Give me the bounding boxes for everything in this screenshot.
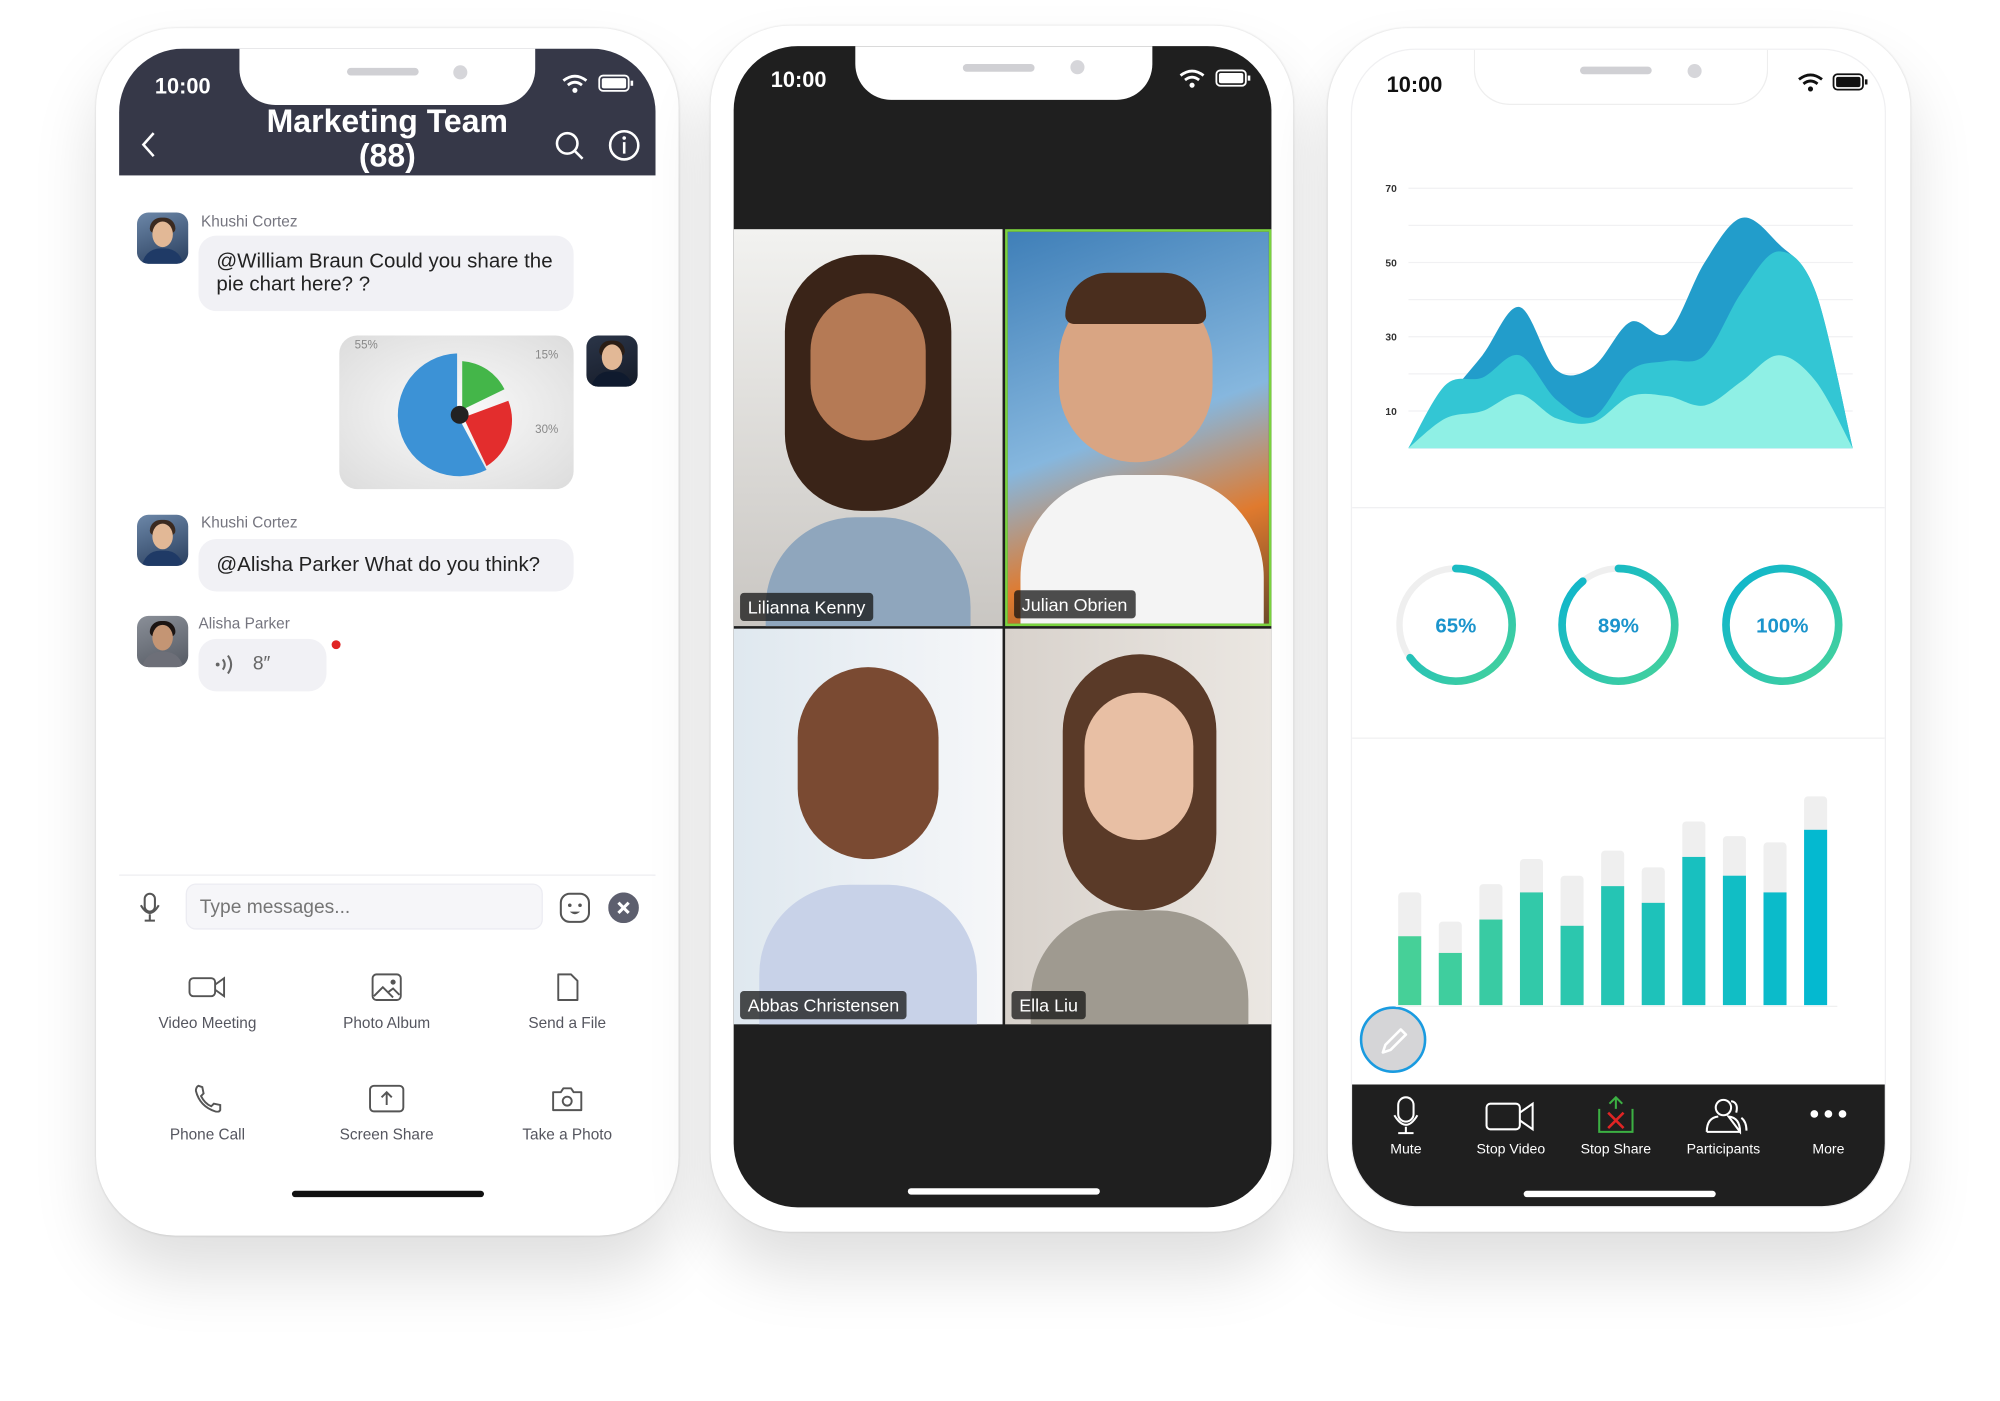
voice-duration: 8″	[252, 653, 271, 676]
bar	[1519, 892, 1544, 1006]
divider	[1352, 507, 1885, 509]
video-tile-active-speaker[interactable]: Julian Obrien	[1005, 229, 1272, 627]
y-tick-label: 30	[1385, 333, 1397, 344]
microphone-icon[interactable]	[139, 892, 160, 923]
gauge-label: 65%	[1435, 615, 1476, 638]
wifi-icon	[1179, 69, 1205, 88]
home-indicator[interactable]	[907, 1188, 1100, 1195]
bar	[1682, 856, 1706, 1006]
battery-icon	[1832, 73, 1868, 91]
divider	[119, 874, 656, 876]
notch	[1473, 49, 1769, 105]
video-tile[interactable]: Abbas Christensen	[733, 628, 1003, 1025]
participants-icon	[1705, 1098, 1748, 1135]
more-dots-icon	[1810, 1110, 1847, 1118]
status-time: 10:00	[770, 67, 827, 93]
y-tick-label: 70	[1385, 184, 1397, 195]
bar	[1804, 829, 1828, 1006]
sender-name: Khushi Cortez	[201, 513, 298, 532]
y-tick-label: 10	[1385, 407, 1397, 418]
bar	[1763, 892, 1787, 1006]
divider	[1352, 737, 1885, 739]
participant-name: Ella Liu	[1011, 991, 1086, 1020]
toolbar-participants[interactable]: Participants	[1670, 1096, 1778, 1157]
search-icon[interactable]	[554, 131, 585, 162]
bar	[1601, 886, 1625, 1006]
avatar-khushi[interactable]	[137, 212, 189, 264]
avatar-khushi[interactable]	[137, 514, 189, 566]
video-camera-icon	[1485, 1101, 1534, 1132]
bar	[1641, 902, 1665, 1006]
video-screen: 10:00 Lilianna Kenny Julian Obrien Abbas…	[733, 46, 1272, 1208]
status-time: 10:00	[1386, 72, 1443, 98]
message-bubble[interactable]: @William Braun Could you share the pie c…	[198, 235, 574, 312]
phone-icon	[194, 1084, 222, 1113]
bar	[1560, 925, 1584, 1006]
bar	[1479, 919, 1503, 1006]
area-chart: 10 30 50 70	[1385, 184, 1853, 449]
chat-screen: Marketing Team (88) 10:00 Khushi Cortez …	[119, 48, 656, 1210]
action-send-file[interactable]: Send a File	[490, 973, 644, 1032]
gauge-label: 89%	[1598, 615, 1639, 638]
bar	[1398, 936, 1422, 1006]
avatar-alisha[interactable]	[137, 615, 189, 668]
action-take-photo[interactable]: Take a Photo	[490, 1084, 644, 1143]
unread-dot	[331, 640, 341, 650]
pencil-icon	[1381, 1028, 1408, 1054]
annotate-pencil-button[interactable]	[1359, 1006, 1427, 1073]
screen-share-icon	[369, 1084, 405, 1113]
video-tile[interactable]: Lilianna Kenny	[733, 229, 1003, 627]
emoji-icon[interactable]	[559, 892, 591, 923]
message-bubble[interactable]: @Alisha Parker What do you think?	[198, 539, 574, 592]
toolbar-more[interactable]: More	[1775, 1096, 1883, 1157]
participant-name: Lilianna Kenny	[740, 592, 874, 621]
sender-name: Khushi Cortez	[201, 212, 298, 231]
toolbar-mute[interactable]: Mute	[1352, 1096, 1460, 1157]
participant-name: Julian Obrien	[1014, 590, 1136, 619]
home-indicator[interactable]	[1523, 1190, 1716, 1198]
bar-chart	[1395, 796, 1838, 1008]
status-time: 10:00	[154, 74, 211, 99]
toolbar-stop-video[interactable]: Stop Video	[1457, 1096, 1565, 1157]
info-icon[interactable]	[608, 129, 640, 161]
battery-icon	[598, 74, 634, 92]
image-icon	[371, 973, 402, 1001]
action-phone-call[interactable]: Phone Call	[131, 1084, 285, 1143]
video-camera-icon	[188, 976, 226, 999]
close-icon[interactable]	[608, 892, 639, 924]
home-indicator[interactable]	[291, 1190, 484, 1198]
wifi-icon	[1798, 73, 1823, 92]
avatar-william[interactable]	[586, 335, 638, 387]
voice-wave-icon	[215, 654, 233, 675]
toolbar-stop-share[interactable]: Stop Share	[1562, 1096, 1670, 1157]
progress-gauge: 89%	[1558, 564, 1679, 686]
battery-icon	[1215, 69, 1251, 87]
progress-gauge: 65%	[1395, 564, 1516, 686]
microphone-icon	[1393, 1096, 1419, 1135]
stop-share-icon	[1598, 1096, 1634, 1133]
notch	[855, 46, 1153, 100]
pie-graphic	[397, 353, 513, 477]
sender-name: Alisha Parker	[198, 614, 290, 633]
action-video-meeting[interactable]: Video Meeting	[131, 973, 285, 1032]
app-showcase: Marketing Team (88) 10:00 Khushi Cortez …	[0, 0, 2000, 1401]
notch	[239, 48, 536, 105]
participant-name: Abbas Christensen	[740, 991, 907, 1020]
message-input[interactable]	[185, 883, 543, 930]
video-tile[interactable]: Ella Liu	[1005, 628, 1272, 1025]
y-tick-label: 50	[1385, 258, 1397, 269]
back-chevron-icon[interactable]	[140, 131, 158, 159]
gauge-label: 100%	[1756, 615, 1808, 638]
progress-gauge: 100%	[1722, 564, 1843, 686]
action-photo-album[interactable]: Photo Album	[310, 973, 464, 1032]
camera-icon	[552, 1087, 583, 1112]
wifi-icon	[562, 74, 588, 93]
file-icon	[557, 973, 579, 1001]
pie-chart-image[interactable]: 55% 15% 30%	[339, 335, 574, 490]
action-screen-share[interactable]: Screen Share	[310, 1084, 464, 1143]
voice-message[interactable]: 8″	[198, 638, 327, 692]
bar	[1438, 952, 1462, 1006]
bar	[1722, 875, 1746, 1006]
